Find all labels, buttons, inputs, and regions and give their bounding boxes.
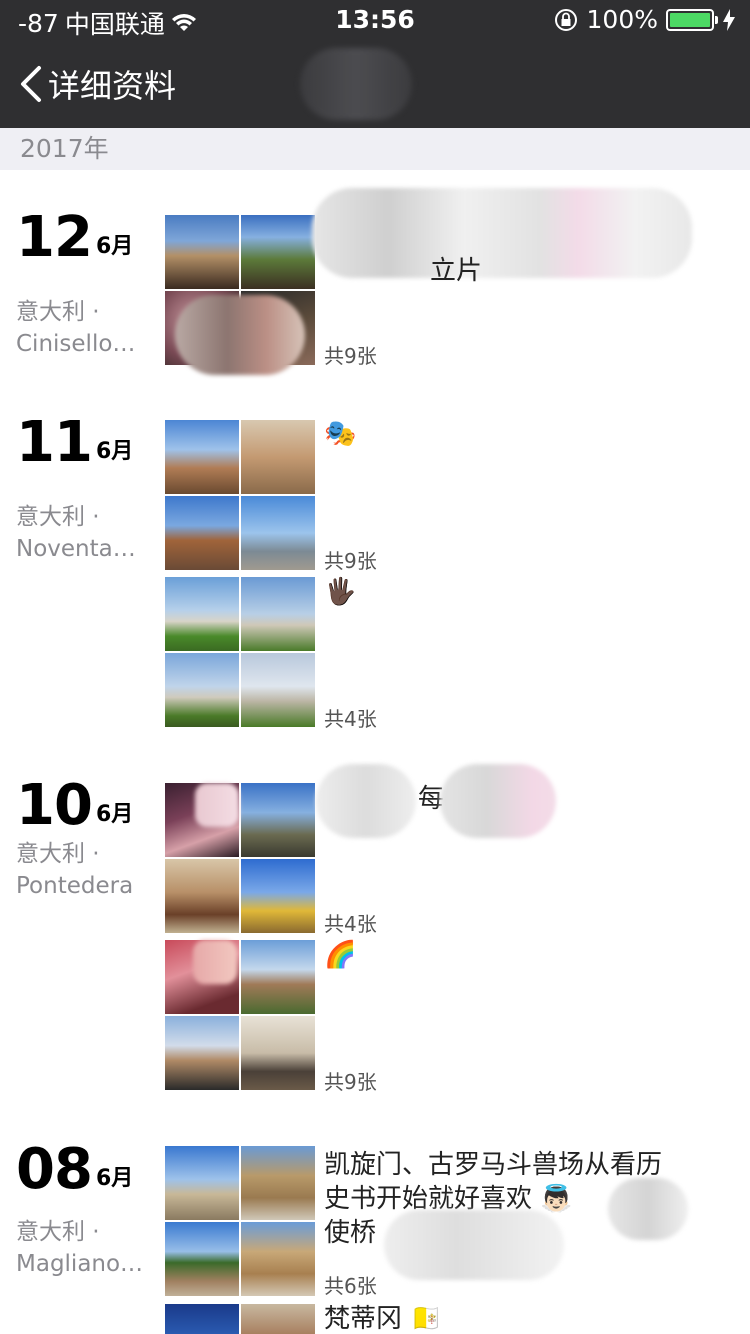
photo-thumbnail[interactable] — [165, 420, 239, 494]
battery-icon — [666, 8, 718, 31]
photo-thumbnail[interactable] — [165, 577, 239, 651]
chevron-left-icon — [21, 66, 41, 102]
redacted-caption — [608, 1178, 688, 1240]
photo-thumbnail[interactable] — [165, 1016, 239, 1090]
status-bar: -87 中国联通 13:56 100% — [0, 0, 750, 40]
post-day: 12 — [16, 205, 93, 270]
redacted-caption — [440, 764, 556, 838]
photo-thumbnail[interactable] — [165, 496, 239, 570]
post-month: 6月 — [95, 439, 134, 464]
photo-thumbnail[interactable] — [241, 1222, 315, 1296]
photo-thumbnail[interactable] — [241, 577, 315, 651]
photo-thumbnail[interactable] — [241, 859, 315, 933]
redacted-caption — [316, 764, 416, 838]
photo-grid[interactable] — [165, 420, 316, 571]
post-month: 6月 — [95, 802, 134, 827]
post-date: 11 6月 — [16, 415, 133, 471]
redacted-face — [195, 783, 239, 827]
photo-thumbnail[interactable] — [165, 215, 239, 289]
photo-thumbnail[interactable] — [241, 215, 315, 289]
back-button[interactable]: 详细资料 — [18, 62, 176, 106]
post-location: 意大利 · Cinisello… — [16, 299, 136, 357]
photo-count: 共9张 — [324, 549, 377, 573]
post-date: 10 6月 — [16, 778, 133, 834]
photo-thumbnail[interactable] — [165, 1146, 239, 1220]
photo-grid[interactable] — [165, 940, 316, 1091]
post-caption: 梵蒂冈 🇻🇦 — [324, 1304, 443, 1334]
photo-thumbnail[interactable] — [241, 1146, 315, 1220]
post-caption: 🎭 — [324, 419, 357, 449]
photo-count: 共4张 — [324, 912, 377, 936]
post-caption: 🌈 — [324, 940, 357, 970]
post-date: 12 6月 — [16, 210, 133, 266]
photo-thumbnail[interactable] — [165, 653, 239, 727]
navigation-bar: 详细资料 — [0, 40, 750, 128]
photo-grid[interactable] — [165, 577, 316, 728]
status-right: 100% — [553, 5, 736, 34]
avatar-blurred — [300, 48, 412, 120]
post-month: 6月 — [95, 234, 134, 259]
photo-thumbnail[interactable] — [241, 653, 315, 727]
post-location: 意大利 · Noventa… — [16, 504, 136, 562]
photo-grid[interactable] — [165, 1146, 316, 1297]
post-day: 08 — [16, 1137, 93, 1202]
photo-thumbnail[interactable] — [165, 1304, 239, 1334]
post-location: 意大利 · Pontedera — [16, 841, 134, 899]
photo-thumbnail[interactable] — [241, 940, 315, 1014]
post-day: 11 — [16, 410, 93, 475]
redacted-face — [175, 295, 305, 375]
photo-grid[interactable] — [165, 215, 316, 375]
photo-thumbnail[interactable] — [241, 1016, 315, 1090]
redacted-caption — [384, 1210, 564, 1280]
charging-icon — [723, 8, 735, 31]
year-section-header: 2017年 — [0, 128, 750, 170]
post-caption: 🖐🏿 — [324, 577, 357, 607]
post-location: 意大利 · Magliano… — [16, 1219, 144, 1277]
photo-count: 共6张 — [324, 1274, 377, 1298]
orientation-lock-icon — [554, 8, 577, 31]
photo-count: 共9张 — [324, 344, 377, 368]
photo-count: 共9张 — [324, 1070, 377, 1094]
battery-percent: 100% — [586, 5, 658, 34]
post-month: 6月 — [95, 1166, 134, 1191]
photo-grid[interactable] — [165, 783, 316, 934]
photo-thumbnail[interactable] — [165, 1222, 239, 1296]
redacted-face — [193, 940, 237, 984]
post-day: 10 — [16, 773, 93, 838]
nav-title: 详细资料 — [48, 67, 177, 105]
photo-thumbnail[interactable] — [241, 783, 315, 857]
post-date: 08 6月 — [16, 1142, 133, 1198]
photo-thumbnail[interactable] — [241, 496, 315, 570]
photo-count: 共4张 — [324, 707, 377, 731]
photo-thumbnail[interactable] — [241, 1304, 315, 1334]
photo-grid[interactable] — [165, 1304, 316, 1334]
photo-thumbnail[interactable] — [241, 420, 315, 494]
photo-thumbnail[interactable] — [165, 859, 239, 933]
post-caption: 立片 — [430, 256, 483, 286]
